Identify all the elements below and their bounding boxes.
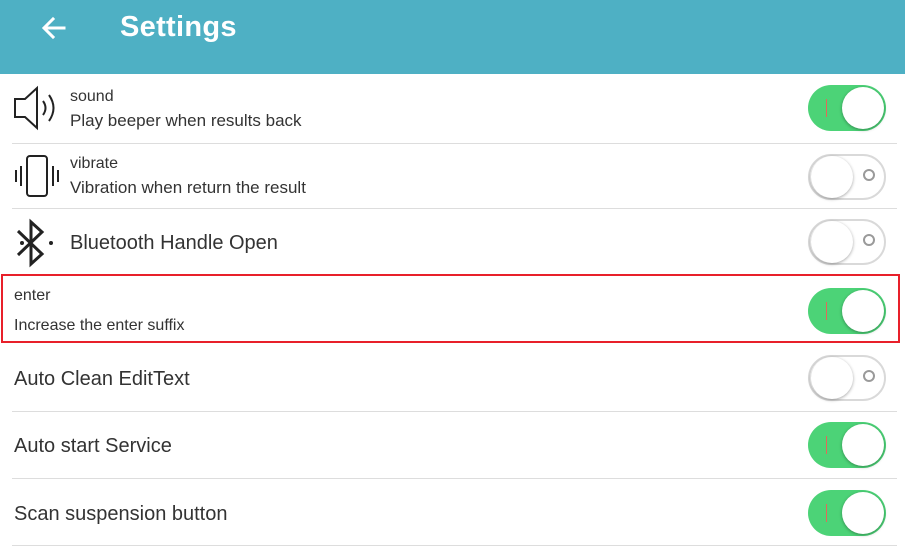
setting-row-auto-start[interactable]: Auto start Service xyxy=(0,412,905,478)
auto-clean-toggle[interactable] xyxy=(808,355,886,401)
setting-row-auto-clean[interactable]: Auto Clean EditText xyxy=(0,345,905,411)
page-title: Settings xyxy=(120,11,237,43)
setting-subtitle: Play beeper when results back xyxy=(70,111,302,130)
setting-title: Auto Clean EditText xyxy=(14,368,190,390)
setting-row-sound[interactable]: sound Play beeper when results back xyxy=(0,74,905,143)
bluetooth-icon xyxy=(16,218,53,268)
toggle-knob xyxy=(842,492,884,534)
setting-row-scan-suspension[interactable]: Scan suspension button xyxy=(0,479,905,545)
arrow-left-icon xyxy=(41,16,66,40)
setting-title: Bluetooth Handle Open xyxy=(70,232,278,254)
setting-title: Scan suspension button xyxy=(14,503,228,525)
setting-row-bluetooth[interactable]: Bluetooth Handle Open xyxy=(0,209,905,274)
vibrate-icon xyxy=(15,155,59,197)
setting-title: vibrate xyxy=(70,155,119,172)
back-button[interactable] xyxy=(36,10,72,46)
app-bar: Settings xyxy=(0,0,905,74)
setting-row-vibrate[interactable]: vibrate Vibration when return the result xyxy=(0,144,905,208)
toggle-knob xyxy=(811,156,853,198)
toggle-knob xyxy=(842,87,884,129)
divider xyxy=(12,545,897,546)
speaker-icon xyxy=(14,85,55,131)
auto-start-toggle[interactable] xyxy=(808,422,886,468)
highlight-box xyxy=(1,274,900,343)
setting-subtitle: Vibration when return the result xyxy=(70,178,306,197)
toggle-knob xyxy=(811,221,853,263)
bluetooth-toggle[interactable] xyxy=(808,219,886,265)
vibrate-toggle[interactable] xyxy=(808,154,886,200)
toggle-knob xyxy=(811,357,853,399)
sound-toggle[interactable] xyxy=(808,85,886,131)
toggle-knob xyxy=(842,424,884,466)
setting-title: Auto start Service xyxy=(14,435,172,457)
scan-suspension-toggle[interactable] xyxy=(808,490,886,536)
setting-title: sound xyxy=(70,88,114,105)
